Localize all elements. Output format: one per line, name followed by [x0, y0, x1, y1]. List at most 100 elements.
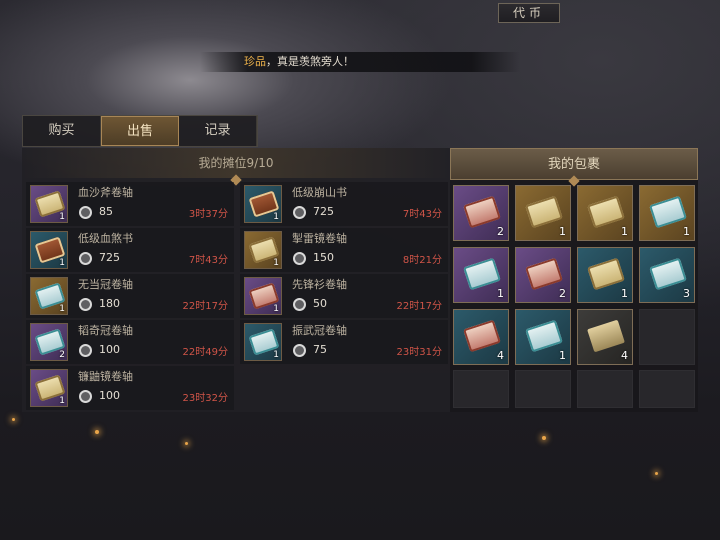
item-quantity: 3: [683, 287, 690, 300]
stall-item[interactable]: 1 低级血煞书 725 7时43分: [26, 228, 234, 272]
paper-scroll-icon: [587, 257, 625, 291]
trade-tabs: 购买 出售 记录: [22, 115, 258, 147]
ticker-highlight: 珍品: [244, 55, 266, 68]
item-quantity: 1: [273, 350, 279, 360]
remaining-time: 22时17分: [396, 301, 442, 312]
item-icon: 1: [244, 277, 282, 315]
item-name: 掣雷镜卷轴: [292, 232, 347, 245]
jade-scroll-icon: [649, 257, 687, 291]
remaining-time: 23时32分: [182, 393, 228, 404]
item-price: 75: [313, 343, 327, 356]
currency-button[interactable]: 代币: [498, 3, 560, 23]
bag-slot[interactable]: 1: [453, 247, 509, 303]
item-quantity: 1: [59, 258, 65, 268]
stall-item[interactable]: 1 振武冠卷轴 75 23时31分: [240, 320, 448, 364]
remaining-time: 3时37分: [188, 209, 228, 220]
item-quantity: 4: [497, 349, 504, 362]
bag-slot[interactable]: 1: [639, 185, 695, 241]
red-scroll-icon: [463, 319, 501, 353]
bag-slot-empty[interactable]: [515, 370, 571, 408]
spark-effect: [185, 442, 188, 445]
bag-slot[interactable]: 1: [515, 309, 571, 365]
bag-slot-empty[interactable]: [577, 370, 633, 408]
stall-item[interactable]: 1 掣雷镜卷轴 150 8时21分: [240, 228, 448, 272]
item-icon: 1: [244, 323, 282, 361]
item-icon: 2: [30, 323, 68, 361]
coin-icon: [79, 344, 92, 357]
bag-slot-empty[interactable]: [639, 370, 695, 408]
stall-item[interactable]: 2 韬奇冠卷轴 100 22时49分: [26, 320, 234, 364]
item-quantity: 1: [683, 225, 690, 238]
stall-item[interactable]: 1 镰鼬镜卷轴 100 23时32分: [26, 366, 234, 410]
tab-buy[interactable]: 购买: [23, 116, 101, 146]
coin-icon: [293, 344, 306, 357]
item-quantity: 1: [559, 225, 566, 238]
item-quantity: 1: [621, 225, 628, 238]
item-quantity: 1: [273, 258, 279, 268]
stone-material-icon: [587, 319, 625, 353]
item-quantity: 1: [59, 304, 65, 314]
item-icon: 1: [30, 369, 68, 407]
item-icon: 1: [244, 185, 282, 223]
bag-slot[interactable]: 2: [515, 247, 571, 303]
bag-slot-empty[interactable]: [639, 309, 695, 365]
item-name: 低级血煞书: [78, 232, 133, 245]
bag-slot[interactable]: 3: [639, 247, 695, 303]
coin-icon: [293, 298, 306, 311]
tab-sell[interactable]: 出售: [101, 116, 179, 146]
stall-item[interactable]: 1 无当冠卷轴 180 22时17分: [26, 274, 234, 318]
item-name: 韬奇冠卷轴: [78, 324, 133, 337]
item-icon: 1: [30, 185, 68, 223]
stall-item[interactable]: 1 血沙斧卷轴 85 3时37分: [26, 182, 234, 226]
item-icon: 1: [30, 277, 68, 315]
item-price: 725: [313, 205, 334, 218]
remaining-time: 7时43分: [402, 209, 442, 220]
item-quantity: 1: [59, 212, 65, 222]
remaining-time: 23时31分: [396, 347, 442, 358]
item-icon: 1: [30, 231, 68, 269]
item-quantity: 1: [497, 287, 504, 300]
item-price: 100: [99, 389, 120, 402]
item-quantity: 4: [621, 349, 628, 362]
item-icon: 1: [244, 231, 282, 269]
item-name: 低级崩山书: [292, 186, 347, 199]
item-quantity: 1: [273, 212, 279, 222]
spark-effect: [655, 472, 658, 475]
remaining-time: 7时43分: [188, 255, 228, 266]
my-bag-panel: 我的包裹 21111213414: [450, 148, 698, 412]
jade-scroll-icon: [525, 319, 563, 353]
item-name: 镰鼬镜卷轴: [78, 370, 133, 383]
jade-scroll-icon: [649, 195, 687, 229]
remaining-time: 8时21分: [402, 255, 442, 266]
item-quantity: 1: [559, 349, 566, 362]
coin-icon: [293, 252, 306, 265]
item-price: 150: [313, 251, 334, 264]
coin-icon: [79, 298, 92, 311]
bag-slot[interactable]: 1: [577, 185, 633, 241]
remaining-time: 22时17分: [182, 301, 228, 312]
item-name: 先锋衫卷轴: [292, 278, 347, 291]
my-stall-panel: 我的摊位9/10 1 血沙斧卷轴 85 3时37分 1 低级崩山书 725 7时43分 1 低级血…: [22, 148, 450, 412]
bag-slot[interactable]: 1: [515, 185, 571, 241]
item-name: 血沙斧卷轴: [78, 186, 133, 199]
item-price: 85: [99, 205, 113, 218]
item-quantity: 2: [59, 350, 65, 360]
item-quantity: 1: [59, 396, 65, 406]
stall-item[interactable]: 1 低级崩山书 725 7时43分: [240, 182, 448, 226]
coin-icon: [79, 390, 92, 403]
paper-scroll-icon: [587, 195, 625, 229]
stall-item[interactable]: 1 先锋衫卷轴 50 22时17分: [240, 274, 448, 318]
bag-slot[interactable]: 4: [577, 309, 633, 365]
bag-slot[interactable]: 2: [453, 185, 509, 241]
paper-scroll-icon: [525, 195, 563, 229]
item-name: 振武冠卷轴: [292, 324, 347, 337]
spark-effect: [12, 418, 15, 421]
bag-slot[interactable]: 1: [577, 247, 633, 303]
item-quantity: 2: [497, 225, 504, 238]
bag-slot-empty[interactable]: [453, 370, 509, 408]
tab-records[interactable]: 记录: [179, 116, 257, 146]
item-price: 50: [313, 297, 327, 310]
item-quantity: 1: [621, 287, 628, 300]
bag-slot[interactable]: 4: [453, 309, 509, 365]
spark-effect: [95, 430, 99, 434]
